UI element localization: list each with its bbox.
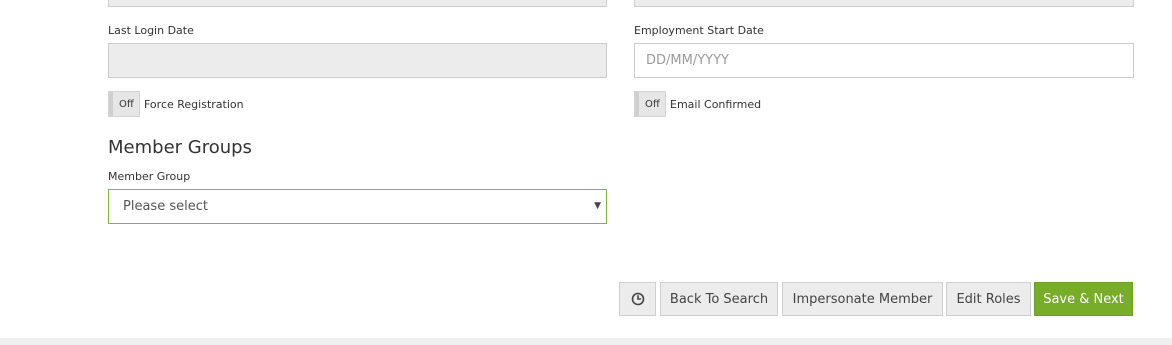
email-confirmed-state: Off [645,98,660,110]
history-button[interactable] [619,282,656,316]
last-login-date-label: Last Login Date [108,24,194,37]
email-confirmed-label: Email Confirmed [670,97,762,111]
force-registration-label: Force Registration [144,97,244,111]
member-group-selected-value: Please select [123,199,208,214]
member-group-label: Member Group [108,170,191,183]
footer-bar [0,338,1172,345]
save-and-next-button[interactable]: Save & Next [1034,282,1133,316]
force-registration-switch[interactable]: Off [108,91,140,117]
chevron-down-icon: ▼ [594,201,601,211]
member-group-select[interactable]: Please select ▼ [108,189,607,224]
employment-start-date-label: Employment Start Date [634,24,764,37]
impersonate-member-button[interactable]: Impersonate Member [782,282,943,316]
employment-start-date-field[interactable]: DD/MM/YYYY [634,43,1134,78]
email-confirmed-switch[interactable]: Off [634,91,666,117]
force-registration-state: Off [119,98,134,110]
last-login-date-field [108,43,607,78]
previous-field-right [634,0,1134,7]
member-groups-heading: Member Groups [108,137,252,158]
force-registration-toggle: Off Force Registration [108,91,244,117]
clock-icon [631,292,644,306]
email-confirmed-toggle: Off Email Confirmed [634,91,761,117]
back-to-search-button[interactable]: Back To Search [660,282,778,316]
switch-knob [109,92,113,116]
edit-roles-button[interactable]: Edit Roles [946,282,1031,316]
previous-field-left [108,0,607,7]
switch-knob [635,92,639,116]
